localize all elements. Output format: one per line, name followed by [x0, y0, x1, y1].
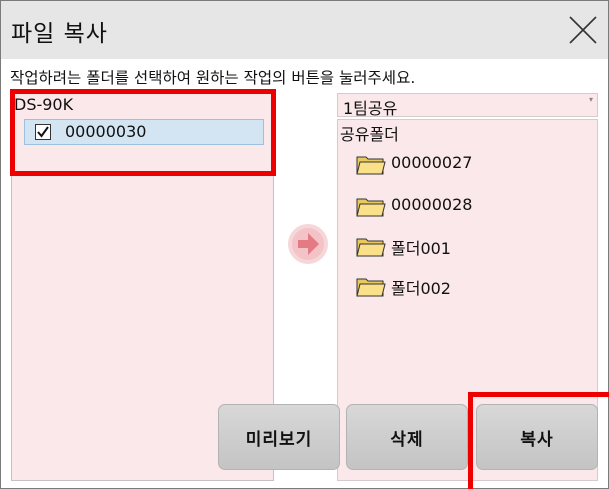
- title-bar: 파일 복사: [1, 1, 608, 59]
- chevron-down-icon: ▾: [588, 95, 593, 104]
- destination-folder-label: 폴더001: [391, 239, 451, 258]
- destination-group-dropdown[interactable]: 1팀공유 ▾: [337, 93, 598, 118]
- preview-button[interactable]: 미리보기: [218, 404, 340, 470]
- folder-checkbox[interactable]: [35, 124, 51, 140]
- folder-icon: [356, 198, 386, 217]
- source-folder-item[interactable]: 00000030: [24, 119, 264, 145]
- source-folder-label: 00000030: [65, 122, 147, 141]
- instruction-text: 작업하려는 폴더를 선택하여 원하는 작업의 버튼을 눌러주세요.: [10, 69, 416, 87]
- source-device-label: DS-90K: [14, 95, 74, 114]
- close-icon[interactable]: [567, 14, 599, 46]
- destination-folder-label: 00000028: [391, 195, 473, 214]
- delete-button[interactable]: 삭제: [346, 404, 468, 470]
- destination-folder-label: 00000027: [391, 153, 473, 172]
- dropdown-value: 1팀공유: [343, 99, 398, 118]
- destination-folder-label: 폴더002: [391, 279, 451, 298]
- copy-button[interactable]: 복사: [476, 404, 598, 470]
- arrow-right-icon[interactable]: [287, 223, 329, 265]
- folder-icon: [356, 238, 386, 257]
- checkmark-icon: [37, 126, 49, 138]
- dialog-title: 파일 복사: [11, 21, 108, 47]
- folder-icon: [356, 278, 386, 297]
- folder-icon: [356, 156, 386, 175]
- destination-root-label[interactable]: 공유폴더: [340, 121, 399, 145]
